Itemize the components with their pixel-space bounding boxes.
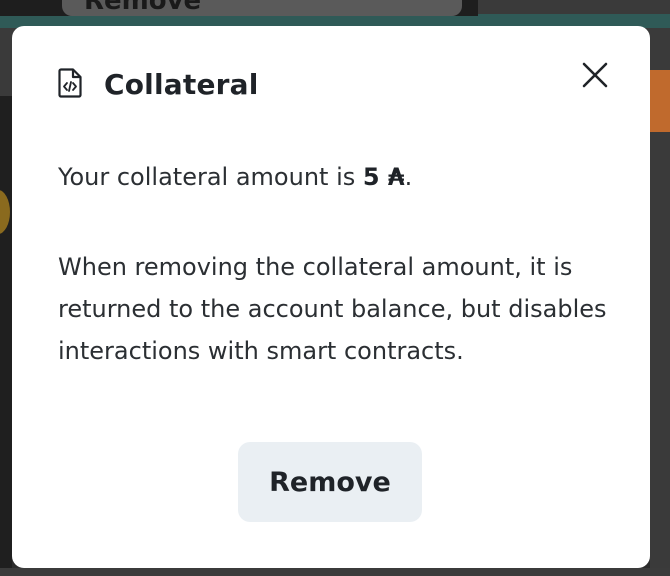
collateral-description: When removing the collateral amount, it … (58, 253, 607, 365)
background-orange-accent (650, 70, 670, 132)
background-remove-label: Remove (84, 0, 202, 16)
modal-title: Collateral (104, 67, 259, 101)
background-remove-button: Remove (62, 0, 462, 16)
amount-suffix: . (404, 163, 413, 191)
close-icon[interactable] (581, 61, 609, 89)
collateral-amount-text: Your collateral amount is 5 ₳. (58, 163, 412, 191)
collateral-amount-value: 5 ₳ (362, 163, 405, 191)
remove-button[interactable]: Remove (238, 442, 422, 522)
collateral-modal: Collateral Your collateral amount is 5 ₳… (12, 26, 650, 568)
background-bottom-bar (0, 568, 670, 576)
modal-header: Collateral (58, 64, 259, 104)
document-code-icon (58, 68, 86, 100)
background-left-panel (0, 96, 12, 576)
background-right-panel (650, 132, 670, 576)
close-button[interactable] (578, 58, 612, 92)
amount-prefix: Your collateral amount is (58, 163, 363, 191)
